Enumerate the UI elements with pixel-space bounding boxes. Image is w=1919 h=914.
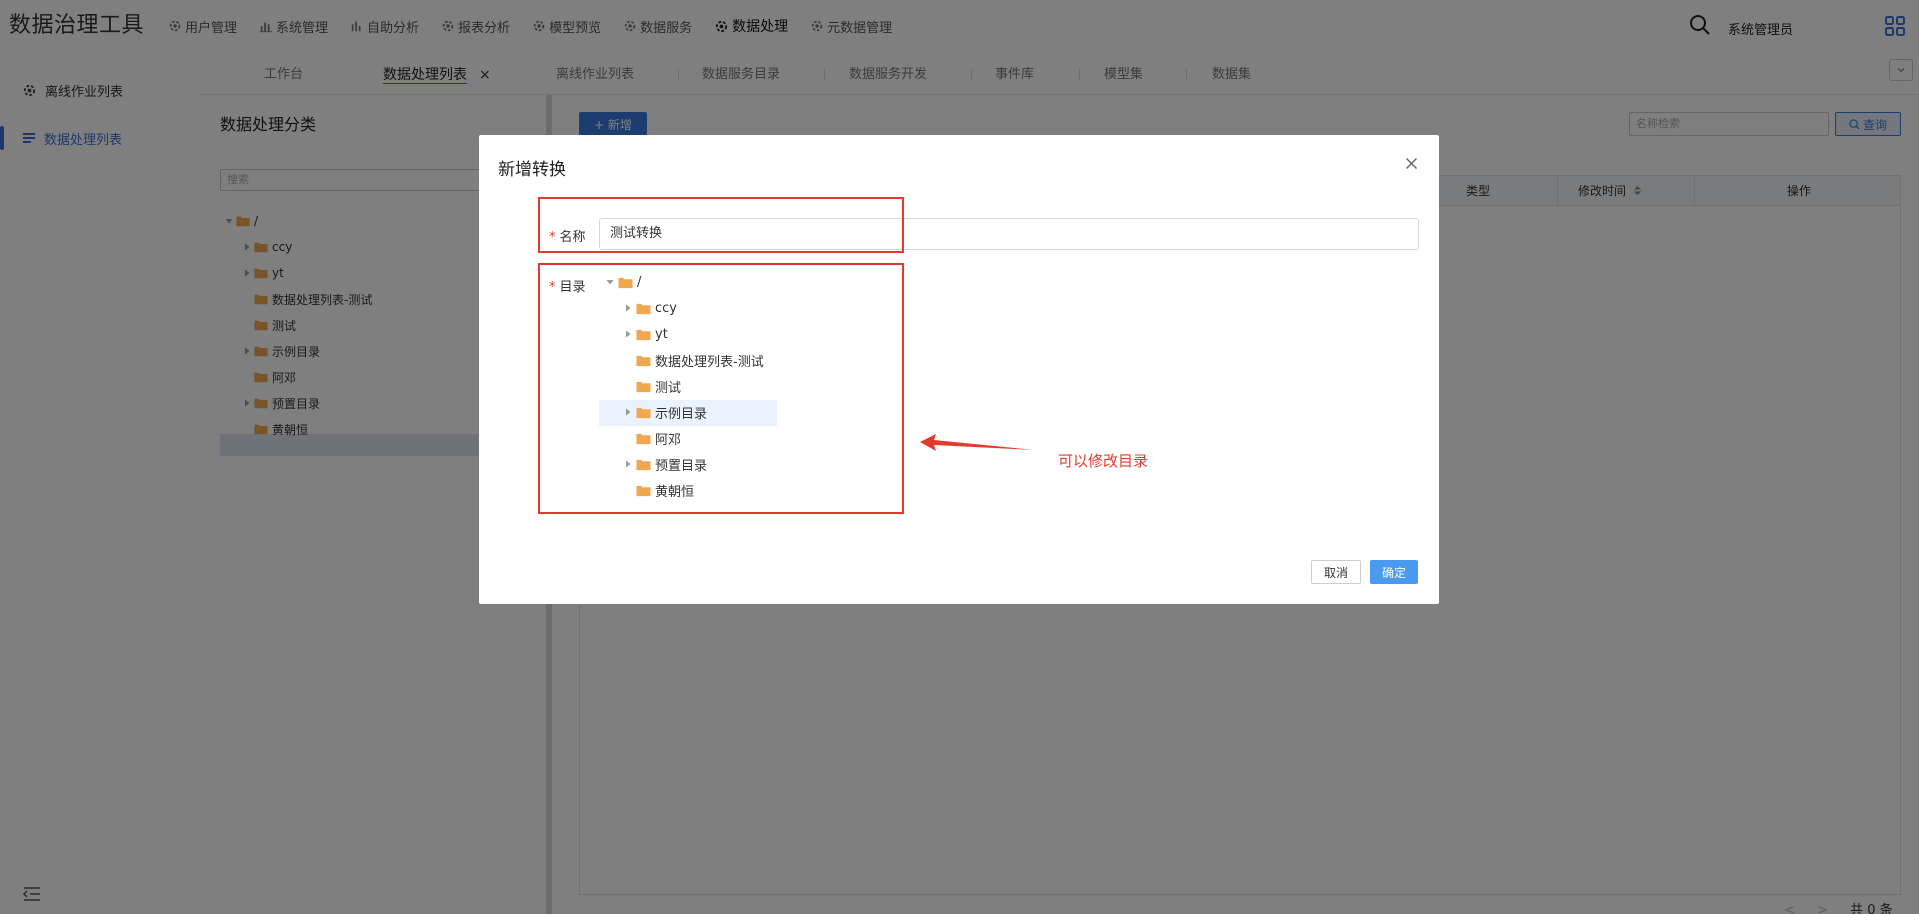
annotation-box-name bbox=[538, 197, 904, 253]
dialog-title: 新增转换 bbox=[498, 160, 566, 180]
close-icon[interactable] bbox=[1405, 157, 1418, 170]
annotation-text: 可以修改目录 bbox=[1058, 452, 1149, 470]
confirm-button[interactable]: 确定 bbox=[1370, 560, 1418, 584]
cancel-button[interactable]: 取消 bbox=[1311, 560, 1361, 584]
annotation-box-directory bbox=[538, 263, 904, 514]
annotation-arrow-icon bbox=[920, 434, 1034, 451]
